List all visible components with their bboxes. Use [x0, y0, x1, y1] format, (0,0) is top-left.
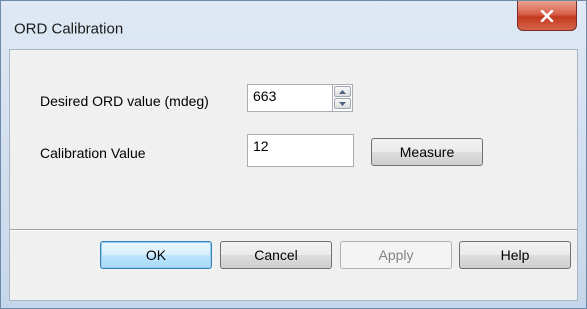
spin-up-button[interactable] — [334, 86, 351, 97]
calibration-value-label: Calibration Value — [40, 145, 146, 161]
help-button[interactable]: Help — [459, 241, 571, 269]
cancel-button[interactable]: Cancel — [220, 241, 332, 269]
ok-button[interactable]: OK — [100, 241, 212, 269]
close-icon — [540, 9, 554, 22]
separator — [10, 229, 577, 231]
title-bar[interactable]: ORD Calibration — [1, 1, 586, 43]
desired-ord-input[interactable]: 663 — [247, 84, 335, 112]
desired-ord-spinner[interactable] — [332, 84, 353, 112]
ord-calibration-dialog: ORD Calibration Desired ORD value (mdeg)… — [0, 0, 587, 309]
arrow-down-icon — [339, 101, 346, 106]
measure-button[interactable]: Measure — [371, 138, 483, 166]
apply-button[interactable]: Apply — [340, 241, 452, 269]
calibration-value-input[interactable]: 12 — [247, 134, 354, 167]
spin-down-button[interactable] — [334, 98, 351, 109]
window-title: ORD Calibration — [14, 20, 124, 38]
desired-ord-label: Desired ORD value (mdeg) — [40, 93, 209, 109]
dialog-client-area: Desired ORD value (mdeg) 663 Calibration… — [9, 49, 578, 301]
arrow-up-icon — [339, 89, 346, 94]
close-button[interactable] — [517, 1, 577, 31]
